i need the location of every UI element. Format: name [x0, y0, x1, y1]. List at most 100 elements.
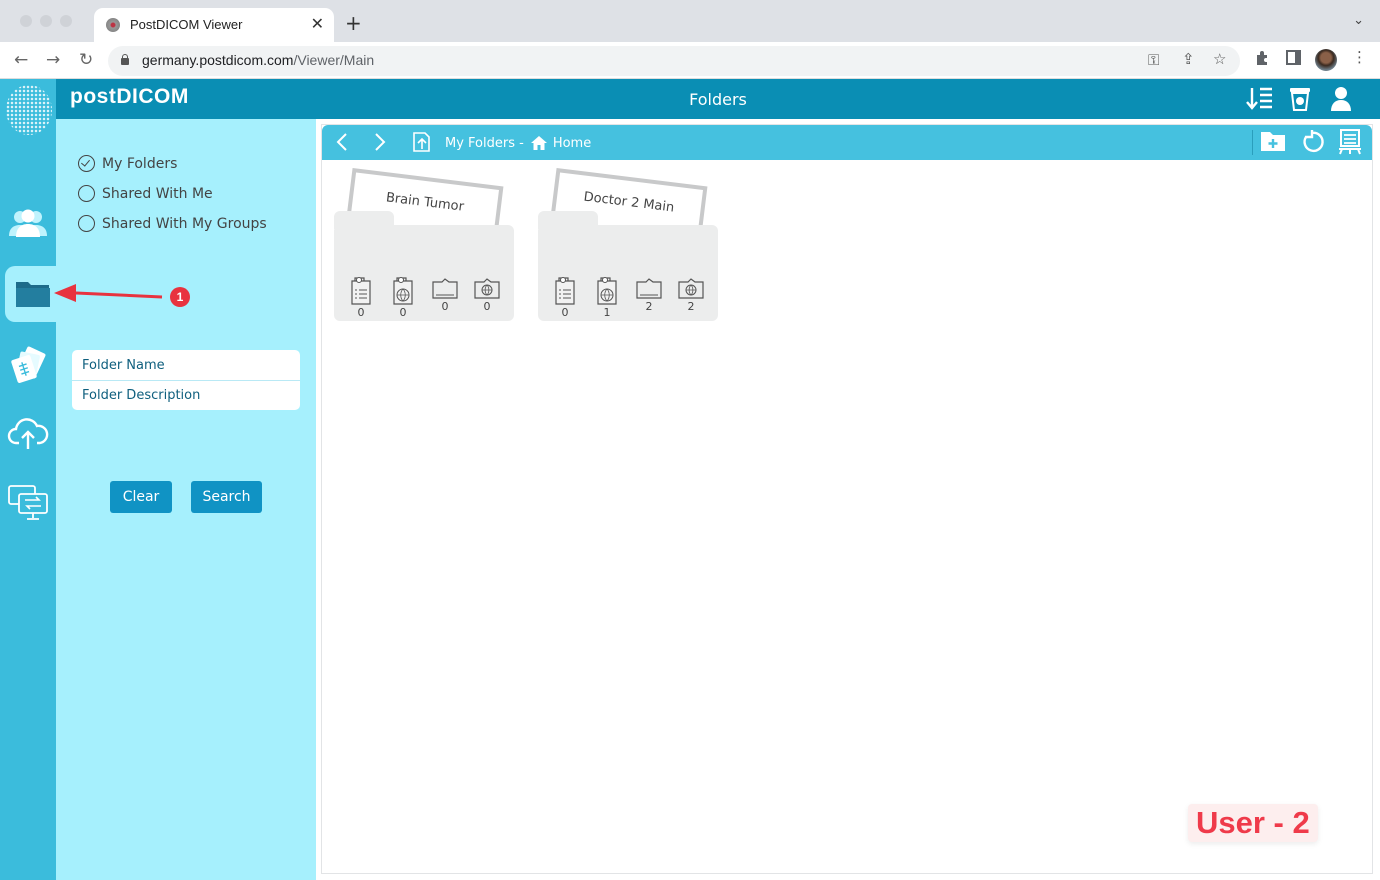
page-title: Folders: [689, 90, 747, 109]
folder-card[interactable]: Brain Tumor 0 0 0 0: [334, 167, 514, 321]
nav-rail: [0, 79, 60, 880]
back-button[interactable]: [334, 131, 350, 157]
folder-stat-patients: 0: [345, 276, 377, 319]
radio-icon: [78, 215, 95, 232]
browser-menu-icon[interactable]: ⋮: [1352, 48, 1367, 66]
stat-count: 0: [441, 300, 449, 313]
sort-list-icon: [1246, 87, 1272, 110]
rail-item-transfer[interactable]: [0, 475, 56, 531]
stat-count: 2: [645, 300, 653, 313]
window-minimize-button[interactable]: [40, 15, 52, 27]
folder-stat-shared-subfolders: 2: [675, 276, 707, 319]
folder-card[interactable]: Doctor 2 Main 0 1 2 2: [538, 167, 718, 321]
list-settings-icon: [1339, 129, 1361, 155]
tab-title: PostDICOM Viewer: [130, 17, 243, 32]
postdicom-logo-icon: [6, 85, 52, 135]
shared-patients-icon: [387, 276, 419, 306]
users-icon: [9, 209, 47, 237]
forward-button[interactable]: [372, 131, 388, 157]
new-folder-button[interactable]: [1260, 130, 1286, 156]
folder-browser: My Folders - Home Brain Tumor 0 0 0 0 Doctor …: [321, 124, 1373, 874]
parent-folder-button[interactable]: [412, 131, 432, 157]
bookmark-star-icon[interactable]: ☆: [1213, 50, 1226, 68]
refresh-icon: [1303, 130, 1324, 153]
search-fields: [72, 350, 300, 410]
lock-icon: [120, 54, 130, 65]
forward-icon[interactable]: →: [46, 50, 60, 70]
folder-toolbar: My Folders - Home: [322, 125, 1372, 160]
back-icon[interactable]: ←: [14, 50, 28, 70]
favicon-icon: [106, 18, 120, 32]
postdicom-app: postDICOM Folders My Folders Shared With…: [0, 79, 1380, 880]
breadcrumb: My Folders - Home: [445, 135, 591, 151]
extensions-icon[interactable]: [1254, 50, 1270, 70]
folder-settings-button[interactable]: [1338, 129, 1362, 159]
filter-my-folders[interactable]: My Folders: [78, 155, 177, 172]
folder-stats: 0 1 2 2: [544, 276, 712, 319]
cloud-upload-icon: [7, 418, 49, 449]
filter-shared-with-my-groups[interactable]: Shared With My Groups: [78, 215, 267, 232]
browser-toolbar: ← → ↻ germany.postdicom.com/Viewer/Main …: [0, 42, 1380, 79]
folder-add-icon: [1261, 132, 1285, 151]
folder-stat-shared-patients: 0: [387, 276, 419, 319]
radio-icon: [78, 185, 95, 202]
browser-tab[interactable]: PostDICOM Viewer ✕: [94, 8, 334, 42]
recycle-bin-icon: [1290, 88, 1310, 111]
key-icon[interactable]: ⚿: [1148, 51, 1159, 69]
tab-close-icon[interactable]: ✕: [311, 14, 324, 33]
stat-count: 0: [483, 300, 491, 313]
folder-icon: [15, 282, 50, 307]
user-icon: [1331, 87, 1351, 111]
window-close-button[interactable]: [20, 15, 32, 27]
refresh-button[interactable]: [1301, 130, 1325, 158]
filter-shared-with-me[interactable]: Shared With Me: [78, 185, 213, 202]
recycle-bin-button[interactable]: [1289, 86, 1311, 116]
profile-avatar[interactable]: [1315, 49, 1337, 71]
breadcrumb-root[interactable]: My Folders -: [445, 136, 524, 151]
clear-button[interactable]: Clear: [110, 481, 172, 513]
folder-body: 0 0 0 0: [334, 211, 514, 321]
annotation-arrow: [54, 284, 163, 302]
stat-count: 0: [357, 306, 365, 319]
rail-item-upload[interactable]: [0, 405, 56, 461]
browser-tab-strip: PostDICOM Viewer ✕ + ⌄: [0, 0, 1380, 42]
rail-item-studies[interactable]: [0, 337, 56, 393]
user-account-button[interactable]: [1330, 86, 1352, 116]
side-panel-icon[interactable]: [1286, 50, 1301, 69]
toolbar-divider: [1252, 130, 1253, 155]
breadcrumb-home[interactable]: Home: [530, 135, 591, 151]
folder-up-icon: [413, 132, 430, 152]
home-icon: [530, 136, 547, 150]
folder-filter-panel: My Folders Shared With Me Shared With My…: [56, 119, 316, 880]
folder-stat-patients: 0: [549, 276, 581, 319]
stat-count: 0: [399, 306, 407, 319]
url-text: germany.postdicom.com/Viewer/Main: [142, 52, 375, 68]
new-tab-button[interactable]: +: [345, 11, 362, 35]
sort-button[interactable]: [1246, 86, 1274, 116]
stat-count: 1: [603, 306, 611, 319]
tab-search-chevron-icon[interactable]: ⌄: [1353, 13, 1364, 28]
address-bar[interactable]: germany.postdicom.com/Viewer/Main ⚿ ⇪ ☆: [108, 46, 1240, 76]
patients-icon: [549, 276, 581, 306]
chevron-right-icon: [375, 133, 386, 151]
chevron-left-icon: [336, 133, 347, 151]
share-icon[interactable]: ⇪: [1182, 50, 1195, 68]
reload-icon[interactable]: ↻: [79, 50, 93, 70]
subfolders-icon: [429, 276, 461, 300]
rail-item-patients[interactable]: [0, 195, 56, 251]
folder-stats: 0 0 0 0: [340, 276, 508, 319]
stat-count: 2: [687, 300, 695, 313]
monitor-transfer-icon: [8, 485, 48, 520]
shared-patients-icon: [591, 276, 623, 306]
folder-stat-shared-subfolders: 0: [471, 276, 503, 319]
app-header: postDICOM Folders: [56, 79, 1380, 119]
subfolders-icon: [633, 276, 665, 300]
window-maximize-button[interactable]: [60, 15, 72, 27]
folder-name-input[interactable]: [72, 350, 300, 380]
step-number-badge: 1: [170, 287, 190, 307]
shared-subfolders-icon: [471, 276, 503, 300]
folder-body: 0 1 2 2: [538, 211, 718, 321]
folder-stat-shared-patients: 1: [591, 276, 623, 319]
folder-description-input[interactable]: [72, 380, 300, 410]
search-button[interactable]: Search: [191, 481, 262, 513]
